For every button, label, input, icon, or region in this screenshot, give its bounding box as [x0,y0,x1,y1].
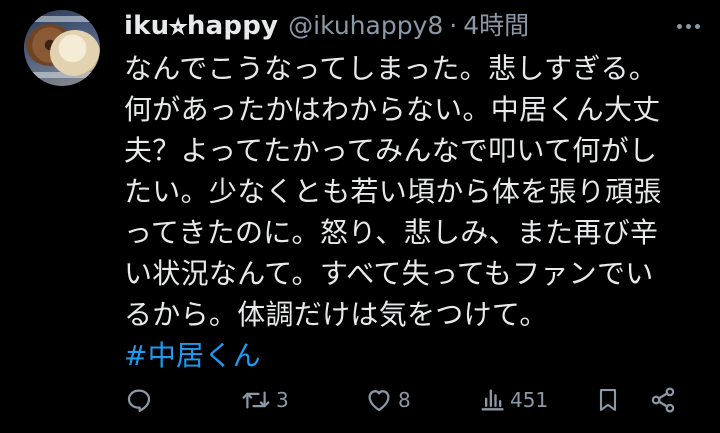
avatar-bun-image [50,30,100,76]
reply-button[interactable] [124,380,154,420]
more-dot [694,23,700,29]
tweet-text-line: るから。体調だけは気をつけて。 [124,298,548,331]
retweet-icon [242,391,270,409]
views-button[interactable]: 451 [478,380,548,420]
share-icon [651,387,675,413]
tweet-text-line: ってきたのに。怒り、悲しみ、また再び辛 [124,216,659,249]
avatar[interactable] [24,10,100,86]
bookmark-icon [599,389,617,411]
more-dot [685,23,691,29]
tweet-text-line: 夫？よってたかってみんなで叩いて何がし [124,134,658,167]
retweet-button[interactable]: 3 [240,380,289,420]
tweet-text: なんでこうなってしまった。悲しすぎる。 何があったかはわからない。中居くん大丈 … [124,48,704,376]
views-count: 451 [510,388,549,412]
heart-icon [368,390,390,412]
user-handle[interactable]: @ikuhappy8 [288,11,443,40]
reply-icon [127,389,151,412]
more-dot [676,23,682,29]
tweet-text-line: なんでこうなってしまった。悲しすぎる。 [124,52,658,85]
like-button[interactable]: 8 [364,380,411,420]
share-button[interactable] [648,380,678,420]
timestamp[interactable]: 4時間 [463,6,529,42]
separator-dot: · [449,11,458,40]
tweet-text-line: たい。少なくとも若い頃から体を張り頑張 [124,175,662,208]
tweet-text-line: い状況なんて。すべて失ってもファンでい [124,257,654,290]
action-bar: 3 8 451 [124,380,684,420]
tweet-header: iku⭐︎happy @ikuhappy8 · 4時間 [124,6,529,42]
avatar-stripe [24,16,100,22]
retweet-count: 3 [276,388,289,412]
display-name[interactable]: iku⭐︎happy [124,11,278,42]
like-count: 8 [398,388,411,412]
bookmark-button[interactable] [594,380,622,420]
hashtag-link[interactable]: #中居くん [124,335,704,376]
more-options-icon[interactable] [672,12,704,40]
tweet-text-line: 何があったかはわからない。中居くん大丈 [124,93,661,126]
views-icon [481,389,504,411]
